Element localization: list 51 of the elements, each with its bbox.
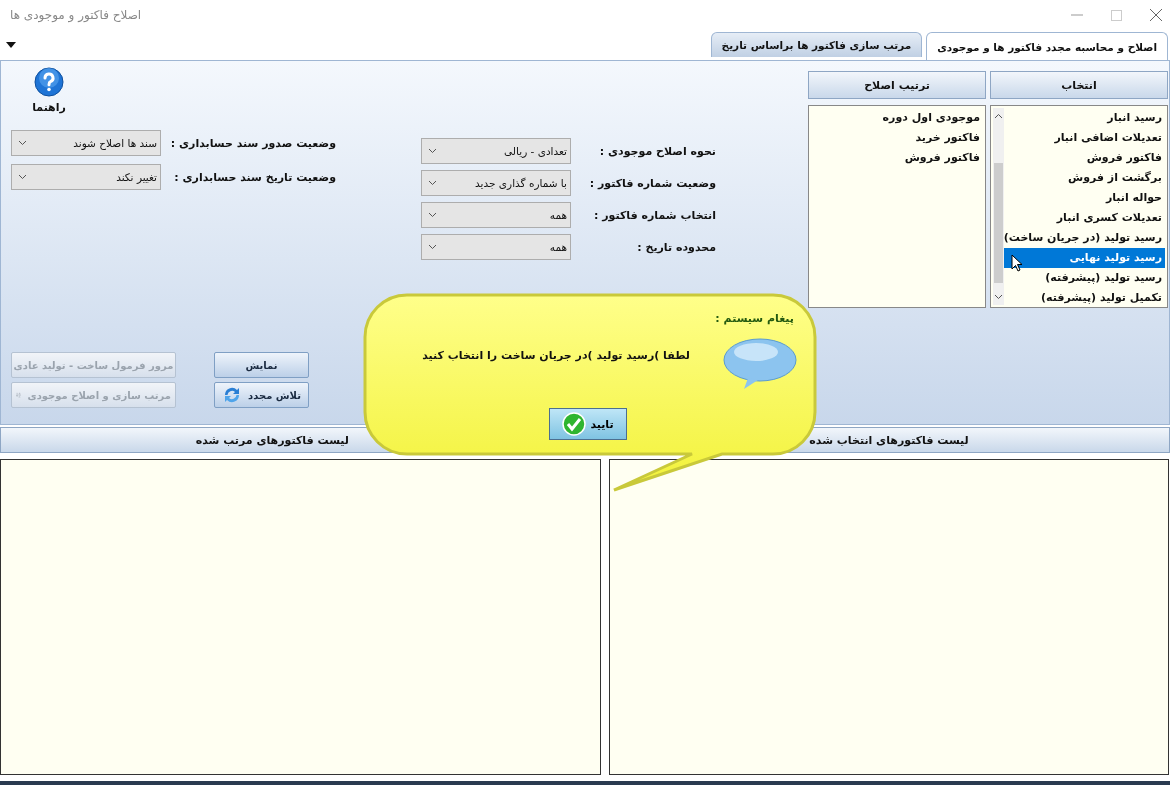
list-item[interactable]: فاکتور فروش (811, 148, 983, 168)
chat-bubble-icon (722, 338, 798, 390)
list-item[interactable]: رسید انبار (1003, 108, 1165, 128)
dropdown[interactable]: با شماره گذاری جدید (421, 170, 571, 196)
list-item[interactable]: رسید تولید (در جریان ساخت) (1003, 228, 1165, 248)
field-label: وضعیت صدور سند حسابداری : (169, 136, 336, 150)
window-title: اصلاح فاکتور و موجودی ها (10, 8, 142, 22)
column-header: ترتیب اصلاح (808, 71, 986, 99)
list-item[interactable]: تکمیل تولید (پیشرفته) (1003, 288, 1165, 308)
field-label: وضعیت شماره فاکتور : (588, 176, 716, 190)
help-label: راهنما (32, 101, 66, 114)
field-label: محدوده تاریخ : (636, 240, 716, 254)
dropdown[interactable]: تغییر نکند (11, 164, 161, 190)
close-icon[interactable] (1150, 9, 1162, 21)
cursor-icon (1011, 254, 1023, 272)
chevron-icon (428, 148, 437, 154)
dialog-title: پیغام سیستم : (715, 312, 794, 325)
list-item[interactable]: برگشت از فروش (1003, 168, 1165, 188)
list-item[interactable]: فاکتور فروش (1003, 148, 1165, 168)
action-button[interactable]: نمایش (214, 352, 309, 378)
chevron-icon (428, 180, 437, 186)
list-item[interactable]: رسید تولید نهایی (1003, 248, 1165, 268)
dropdown[interactable]: سند ها اصلاح شوند (11, 130, 161, 156)
dialog-message: لطفا )رسید تولید )در جریان ساخت را انتخاب کنید (422, 349, 690, 362)
field-label: انتخاب شماره فاکتور : (593, 208, 716, 222)
field-label: وضعیت تاریخ سند حسابداری : (173, 170, 336, 184)
dropdown-arrow-icon[interactable] (6, 42, 16, 48)
column-header: انتخاب (990, 71, 1168, 99)
list-item[interactable]: فاکتور خرید (811, 128, 983, 148)
action-button[interactable]: تلاش مجدد (214, 382, 309, 408)
dropdown[interactable]: همه (421, 234, 571, 260)
field-label: نحوه اصلاح موجودی : (598, 144, 716, 158)
ok-button[interactable]: تایید (549, 408, 627, 440)
chevron-icon (428, 212, 437, 218)
tab[interactable]: اصلاح و محاسبه مجدد فاکتور ها و موجودی (926, 32, 1168, 60)
scroll-up-icon[interactable] (993, 113, 1003, 119)
list-item[interactable]: رسید تولید (پیشرفته) (1003, 268, 1165, 288)
chevron-icon (18, 140, 27, 146)
dropdown[interactable]: تعدادی - ریالی (421, 138, 571, 164)
scrollbar[interactable] (993, 108, 1004, 305)
scroll-down-icon[interactable] (993, 294, 1003, 300)
checkmark-icon (562, 412, 587, 436)
chevron-icon (428, 244, 437, 250)
help-icon[interactable] (34, 67, 64, 97)
chevron-icon (18, 174, 27, 180)
list-item[interactable]: تعدیلات اضافی انبار (1003, 128, 1165, 148)
list-item[interactable]: تعدیلات کسری انبار (1003, 208, 1165, 228)
tab[interactable]: مرتب سازی فاکتور ها براساس تاریخ (710, 32, 923, 57)
list-item[interactable]: موجودی اول دوره (811, 108, 983, 128)
list-item[interactable]: حواله انبار (1003, 188, 1165, 208)
dropdown[interactable]: همه (421, 202, 571, 228)
